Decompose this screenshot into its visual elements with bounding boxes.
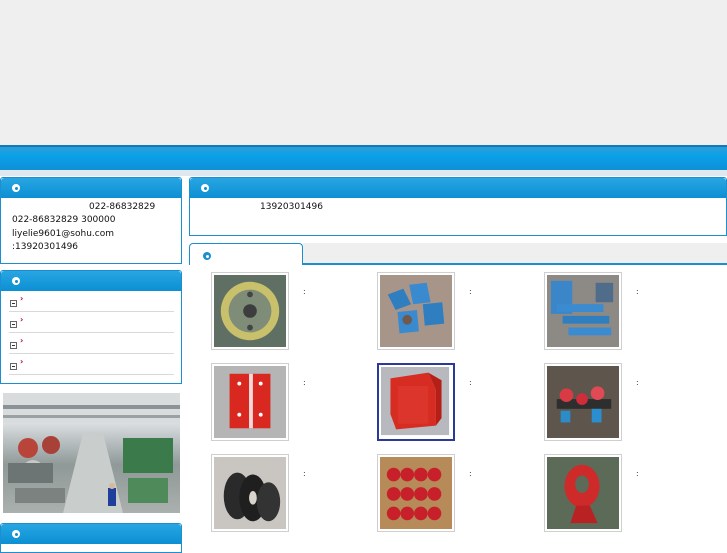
arrow-icon: ›: [20, 357, 24, 366]
contact-box-header: [1, 178, 181, 198]
product-caption: :: [636, 378, 639, 387]
bullet-icon: [12, 277, 20, 285]
product-thumbnail[interactable]: [377, 363, 455, 441]
product-caption: :: [303, 378, 306, 387]
product-caption: :: [469, 469, 472, 478]
product-thumbnail[interactable]: [377, 454, 455, 532]
product-caption: :: [469, 378, 472, 387]
contact-box: 022-86832829 022-86832829 300000 liyelie…: [0, 177, 182, 264]
factory-photo: [3, 393, 180, 513]
product-thumbnail[interactable]: [211, 363, 289, 441]
product-caption: :: [469, 287, 472, 296]
tab-strip-background: [303, 243, 727, 264]
bullet-icon: [12, 530, 20, 538]
contact-phone: 022-86832829: [89, 202, 156, 212]
blue-trays-product-photo: [547, 275, 619, 347]
bullet-icon: [201, 184, 209, 192]
contact-email[interactable]: liyelie9601@sohu.com: [12, 229, 114, 239]
tab-products[interactable]: [189, 243, 303, 265]
notice-box: 13920301496: [189, 177, 727, 236]
product-thumbnail[interactable]: [544, 272, 622, 350]
black-gears-product-photo: [214, 457, 286, 529]
arrow-icon: ›: [20, 315, 24, 324]
bullet-icon: [203, 252, 211, 260]
category-menu-box: › › › ›: [0, 270, 182, 384]
minus-box-icon: [10, 363, 17, 370]
product-thumbnail[interactable]: [211, 454, 289, 532]
arrow-icon: ›: [20, 336, 24, 345]
product-thumbnail[interactable]: [544, 454, 622, 532]
navigation-bar: [0, 145, 727, 170]
product-caption: :: [636, 469, 639, 478]
product-caption: :: [636, 287, 639, 296]
minus-box-icon: [10, 342, 17, 349]
contact-fax-postcode: 022-86832829 300000: [12, 215, 116, 225]
header-banner: [0, 0, 727, 145]
arrow-icon: ›: [20, 294, 24, 303]
minus-box-icon: [10, 300, 17, 307]
minus-box-icon: [10, 321, 17, 328]
red-box-product-photo: [214, 366, 286, 438]
red-rollers-product-photo: [547, 366, 619, 438]
category-menu-header: [1, 271, 181, 291]
nav-bar-shadow: [0, 170, 727, 176]
notice-phone: 13920301496: [260, 202, 323, 212]
product-caption: :: [303, 469, 306, 478]
bullet-icon: [12, 184, 20, 192]
product-thumbnail[interactable]: [211, 272, 289, 350]
blue-molds-product-photo: [380, 275, 452, 347]
red-hook-product-photo: [547, 457, 619, 529]
bottom-left-box: [0, 523, 182, 553]
factory-photo-illustration: [3, 393, 180, 513]
bottom-left-box-header: [1, 524, 181, 544]
wheel-product-photo: [214, 275, 286, 347]
red-cabinet-product-photo: [381, 367, 451, 437]
category-menu-item[interactable]: ›: [9, 313, 174, 333]
product-thumbnail[interactable]: [377, 272, 455, 350]
notice-box-header: [190, 178, 726, 198]
category-menu-item[interactable]: ›: [9, 355, 174, 375]
product-thumbnail[interactable]: [544, 363, 622, 441]
category-menu-item[interactable]: ›: [9, 292, 174, 312]
contact-mobile: :13920301496: [12, 242, 79, 252]
red-wheels-product-photo: [380, 457, 452, 529]
product-caption: :: [303, 287, 306, 296]
category-menu-item[interactable]: ›: [9, 334, 174, 354]
